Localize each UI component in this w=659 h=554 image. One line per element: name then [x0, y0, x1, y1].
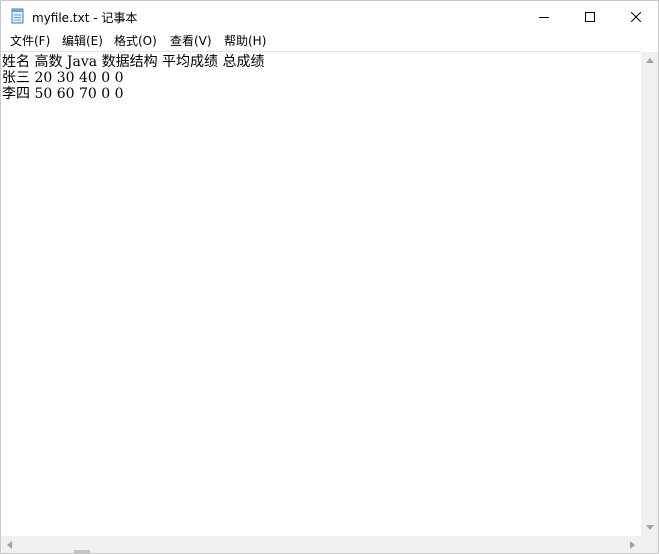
- text-editor[interactable]: 姓名 高数 Java 数据结构 平均成绩 总成绩 张三 20 30 40 0 0…: [1, 51, 641, 537]
- vertical-scrollbar[interactable]: [641, 52, 658, 536]
- close-button[interactable]: [613, 1, 659, 31]
- minimize-icon: [539, 7, 549, 26]
- menu-help[interactable]: 帮助(H): [224, 34, 266, 48]
- maximize-icon: [585, 7, 595, 26]
- menu-view[interactable]: 查看(V): [170, 34, 212, 48]
- maximize-button[interactable]: [567, 1, 613, 31]
- scroll-down-arrow-icon[interactable]: [641, 519, 658, 536]
- scrollbar-corner: [641, 536, 658, 553]
- text-line: 张三 20 30 40 0 0: [2, 70, 124, 86]
- minimize-button[interactable]: [521, 1, 567, 31]
- menu-format[interactable]: 格式(O): [114, 34, 157, 48]
- horizontal-scrollbar[interactable]: [1, 536, 641, 553]
- notepad-window: myfile.txt - 记事本 文件(F) 编辑(E) 格式(O) 查看(V)…: [0, 0, 659, 554]
- notepad-icon: [11, 8, 25, 24]
- window-title: myfile.txt - 记事本: [32, 11, 138, 25]
- menu-edit[interactable]: 编辑(E): [62, 34, 103, 48]
- text-line: 姓名 高数 Java 数据结构 平均成绩 总成绩: [2, 54, 265, 70]
- title-bar[interactable]: myfile.txt - 记事本: [1, 1, 658, 31]
- close-icon: [630, 7, 642, 26]
- menu-file[interactable]: 文件(F): [10, 34, 50, 48]
- scroll-left-arrow-icon[interactable]: [1, 536, 18, 553]
- scroll-up-arrow-icon[interactable]: [641, 52, 658, 69]
- horizontal-scroll-thumb[interactable]: [74, 550, 90, 553]
- menu-bar: 文件(F) 编辑(E) 格式(O) 查看(V) 帮助(H): [1, 31, 658, 51]
- text-line: 李四 50 60 70 0 0: [2, 86, 124, 102]
- scroll-right-arrow-icon[interactable]: [624, 536, 641, 553]
